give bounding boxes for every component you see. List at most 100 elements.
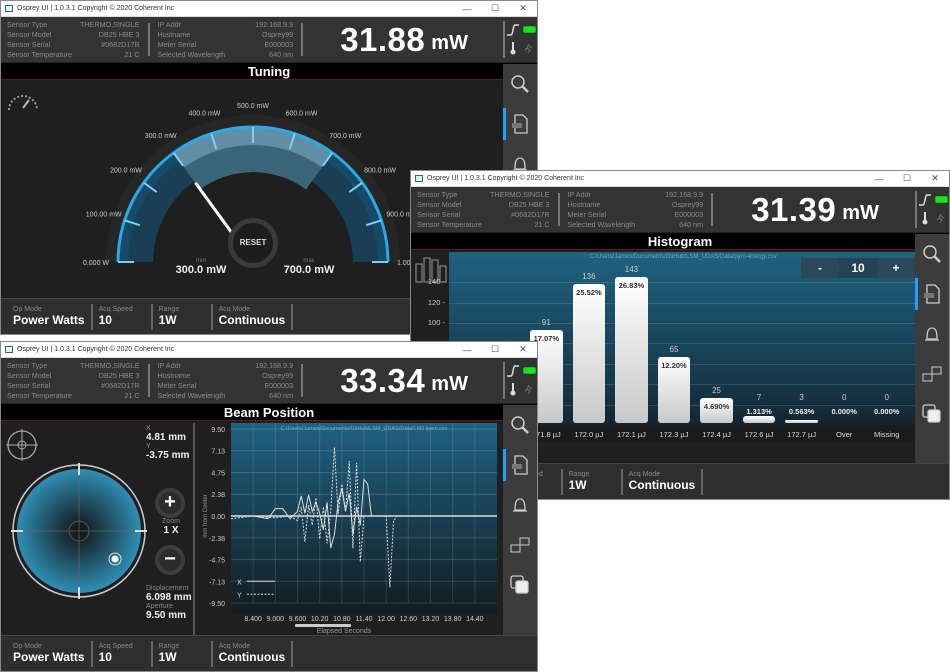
gauge-tick-label: 0.000 W [83,260,109,267]
hostname-value: Osprey99 [261,371,294,380]
sensor-model-value: DB25 HBE 3 [98,371,140,380]
minimize-button[interactable]: — [453,345,481,355]
close-button[interactable]: ✕ [921,173,949,184]
bar-count-label: 91 [541,318,551,328]
window-title: Osprey UI | 1.0.3.1 Copyright © 2020 Coh… [427,175,585,182]
sensor-type-value: THERMO,SINGLE [490,190,550,199]
sidebar-copy-button[interactable] [503,565,537,605]
x-scrollbar[interactable] [295,624,351,627]
gauge-tick-label: 100.00 mW [86,211,122,218]
label: Selected Wavelength [157,50,226,59]
acq-speed-select[interactable]: Acq Speed10 [93,640,153,667]
alarm-bell-icon [513,498,527,512]
range-select[interactable]: Range 1W [153,303,213,330]
meter-serial-value: E000003 [674,210,704,219]
label: Sensor Serial [417,210,461,219]
beam-position-window: Osprey UI | 1.0.3.1 Copyright © 2020 Coh… [0,341,538,672]
trigger-icon[interactable] [506,365,520,377]
sidebar-copy-button[interactable] [915,394,949,434]
label: Op Mode [13,643,42,650]
sidebar [503,405,537,636]
close-button[interactable]: ✕ [509,344,537,355]
trigger-icon[interactable] [918,194,932,206]
sidebar-alarm-button[interactable] [915,314,949,354]
sidebar-alarm-button[interactable] [503,485,537,525]
meter-serial-value: E000003 [264,381,294,390]
battery-icon [522,367,536,375]
zoom-out-button[interactable]: − [155,545,185,575]
bins-decrease-button[interactable]: - [801,258,839,278]
sensor-serial-value: #0682D17R [101,40,140,49]
multi-window-icon [922,366,942,382]
crosshair-icon[interactable] [4,427,40,463]
acq-mode-select[interactable]: Acq Mode Continuous [213,303,294,330]
label: Sensor Model [7,371,52,380]
sensor-model-value: DB25 HBE 3 [508,200,550,209]
export-csv-icon [512,455,528,475]
app-icon [415,175,423,182]
label: Acq Mode [218,306,251,313]
label: Range [158,643,180,650]
sidebar-zoom-button[interactable] [915,234,949,274]
op-mode-select[interactable]: Op ModePower Watts [7,303,93,330]
acq-mode-select[interactable]: Acq Mode Continuous [213,640,294,667]
sidebar-zoom-button[interactable] [503,405,537,445]
op-mode-select[interactable]: Op ModePower Watts [7,640,93,667]
y-tick-label: -7.13 [209,579,225,586]
bar-percent-label: 26.83% [618,281,645,291]
maximize-button[interactable]: ☐ [893,173,921,184]
x-category-label: 172.0 µJ [574,430,604,439]
x-tick-label: 13.80 [444,616,462,623]
label: Sensor Type [7,20,48,29]
min-readout: min 300.0 mW [161,258,241,276]
divider [557,193,560,226]
title-bar: Osprey UI | 1.0.3.1 Copyright © 2020 Coh… [1,1,537,17]
window-title: Osprey UI | 1.0.3.1 Copyright © 2020 Coh… [17,346,175,353]
divider [301,364,304,397]
range-select[interactable]: Range 1W [563,468,623,495]
acq-speed-select[interactable]: Acq Speed10 [93,303,153,330]
label: Sensor Temperature [417,220,482,229]
x-tick-label: 10.80 [333,616,351,623]
trigger-icon[interactable] [506,24,520,36]
label: Meter Serial [567,210,607,219]
bar-percent-label: 0.000% [874,407,900,416]
sidebar-multiwindow-button[interactable] [503,525,537,565]
sidebar-export-button[interactable] [915,274,949,314]
zoom-in-button[interactable]: + [155,488,185,518]
label: Meter Serial [157,381,197,390]
sidebar-multiwindow-button[interactable] [915,354,949,394]
legend-label: Y [237,592,242,599]
minimize-button[interactable]: — [453,4,481,14]
minimize-button[interactable]: — [865,174,893,184]
export-csv-icon [512,114,528,134]
ip-value: 192.168.9.9 [665,190,704,199]
zoom-search-icon [923,245,941,263]
sidebar-zoom-button[interactable] [503,64,537,104]
close-button[interactable]: ✕ [509,3,537,14]
maximize-button[interactable]: ☐ [481,3,509,14]
acq-mode-select[interactable]: Acq Mode Continuous [623,468,704,495]
sensor-temp-value: 21 C [534,220,550,229]
acq-mode-value: Continuous [218,650,286,664]
sensor-temp-value: 21 C [124,391,140,400]
bins-increase-button[interactable]: + [877,258,915,278]
label: IP Addr [157,20,181,29]
x-value: 4.81 mm [146,432,187,443]
zoom-search-icon [511,75,529,93]
zoom-value: 1 X [163,525,179,536]
label: Sensor Temperature [7,50,72,59]
sidebar-export-button[interactable] [503,104,537,144]
maximize-button[interactable]: ☐ [481,344,509,355]
x-tick-label: 9.000 [267,616,285,623]
label: IP Addr [567,190,591,199]
panel-title: Tuning [1,63,537,80]
bar-percent-label: 4.690% [703,401,730,411]
x-category-label: 172.6 µJ [744,430,774,439]
power-reading: 31.88 mW [305,17,503,62]
range-select[interactable]: Range 1W [153,640,213,667]
aperture-value: 9.50 mm [146,610,187,621]
sidebar-export-button[interactable] [503,445,537,485]
y-tick-label: 7.13 [211,449,225,456]
battery-icon [934,196,948,204]
